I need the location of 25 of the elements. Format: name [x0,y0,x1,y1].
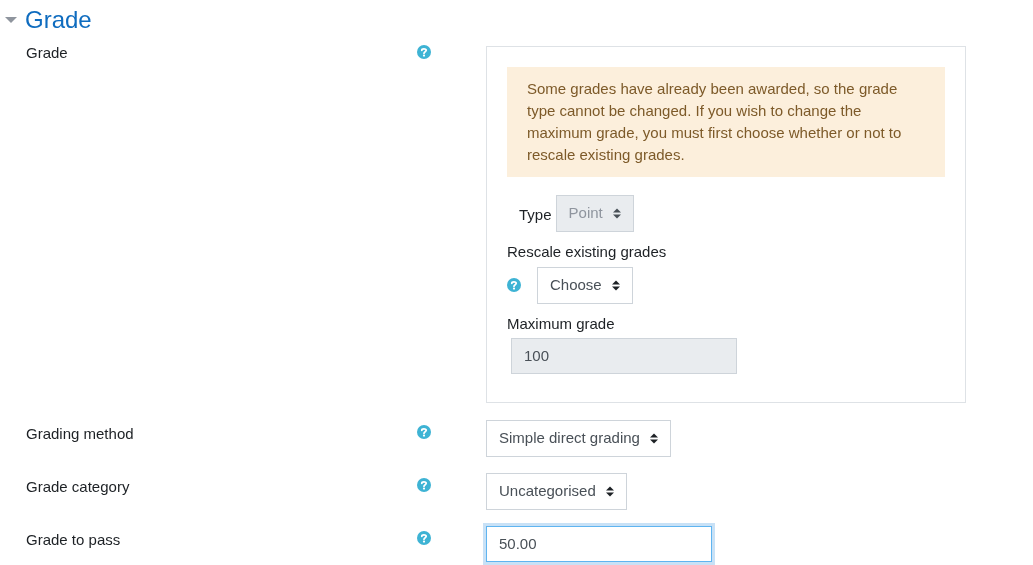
input-field[interactable]: 50.00 [486,526,712,562]
caret-icon [612,208,621,219]
field-label: Rescale existing grades [507,242,667,262]
help-icon[interactable] [417,478,431,492]
help-icon[interactable] [507,278,521,292]
help-icon[interactable] [417,531,431,545]
caret-icon [605,486,614,497]
collapse-icon[interactable] [5,16,17,24]
select-field: Point [555,195,634,232]
select-field[interactable]: Uncategorised [486,473,627,510]
caret-icon [611,279,620,291]
field-label: Type [519,204,552,225]
field-label: Maximum grade [507,313,615,334]
field-label: Grade [25,43,69,63]
warning-alert: Some grades have already been awarded, so the grade type cannot be changed. If you wish to change the maximum grade, you must first choose whether or not to rescale existing grades. [507,67,945,177]
help-icon[interactable] [417,45,431,59]
input-field: 100 [511,338,737,374]
field-label: Grade category [25,477,131,497]
select-field[interactable]: Simple direct grading [486,420,671,457]
select-field[interactable]: Choose [537,266,633,304]
section-title[interactable]: Grade [25,8,92,32]
field-label: Grade to pass [25,530,122,550]
field-label: Grading method [25,424,135,444]
caret-icon [649,433,658,444]
help-icon[interactable] [417,425,431,439]
